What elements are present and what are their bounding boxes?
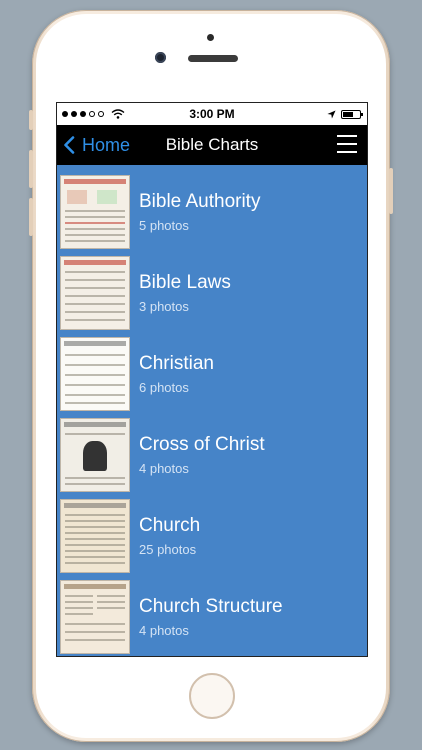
album-title: Christian (139, 352, 214, 374)
album-row[interactable]: Church 25 photos (57, 495, 367, 576)
volume-down-button (29, 198, 33, 236)
album-photo-count: 25 photos (139, 541, 197, 557)
app-screen: 3:00 PM Home Bible Charts Bible Authorit… (57, 103, 367, 656)
album-photo-count: 5 photos (139, 217, 189, 233)
home-button[interactable] (189, 673, 235, 719)
page-title: Bible Charts (165, 135, 259, 154)
status-time: 3:00 PM (189, 107, 235, 121)
front-camera (155, 52, 166, 63)
album-thumbnail (61, 337, 129, 410)
album-photo-count: 3 photos (139, 298, 189, 314)
album-title: Church (139, 514, 201, 536)
album-row[interactable]: Christian 6 photos (57, 333, 367, 414)
hamburger-icon[interactable] (337, 135, 357, 153)
battery-icon (341, 109, 363, 119)
album-info: Cross of Christ 4 photos (139, 434, 265, 476)
album-title: Cross of Christ (139, 433, 265, 455)
album-photo-count: 4 photos (139, 622, 189, 638)
location-arrow-icon (327, 109, 336, 119)
earpiece-speaker (188, 55, 238, 62)
mute-switch (29, 110, 33, 130)
album-row[interactable]: Church Structure 4 photos (57, 576, 367, 656)
volume-up-button (29, 150, 33, 188)
proximity-sensor (207, 34, 214, 41)
status-bar: 3:00 PM (57, 103, 367, 125)
album-row[interactable]: Bible Authority 5 photos (57, 171, 367, 252)
album-info: Bible Laws 3 photos (139, 272, 231, 314)
album-title: Church Structure (139, 595, 283, 617)
album-row[interactable]: Cross of Christ 4 photos (57, 414, 367, 495)
album-info: Church Structure 4 photos (139, 596, 283, 638)
album-photo-count: 4 photos (139, 460, 189, 476)
album-title: Bible Authority (139, 190, 261, 212)
album-info: Christian 6 photos (139, 353, 214, 395)
navigation-bar: Home Bible Charts (57, 125, 367, 165)
album-thumbnail (61, 499, 129, 572)
album-info: Bible Authority 5 photos (139, 191, 260, 233)
album-thumbnail (61, 418, 129, 491)
status-right (327, 109, 363, 119)
album-list: Bible Authority 5 photos Bible Laws 3 ph… (57, 165, 367, 656)
album-photo-count: 6 photos (139, 379, 189, 395)
album-thumbnail (61, 580, 129, 653)
album-info: Church 25 photos (139, 515, 200, 557)
power-button (389, 168, 393, 214)
album-thumbnail (61, 175, 129, 248)
album-title: Bible Laws (139, 271, 231, 293)
album-thumbnail (61, 256, 129, 329)
album-row[interactable]: Bible Laws 3 photos (57, 252, 367, 333)
